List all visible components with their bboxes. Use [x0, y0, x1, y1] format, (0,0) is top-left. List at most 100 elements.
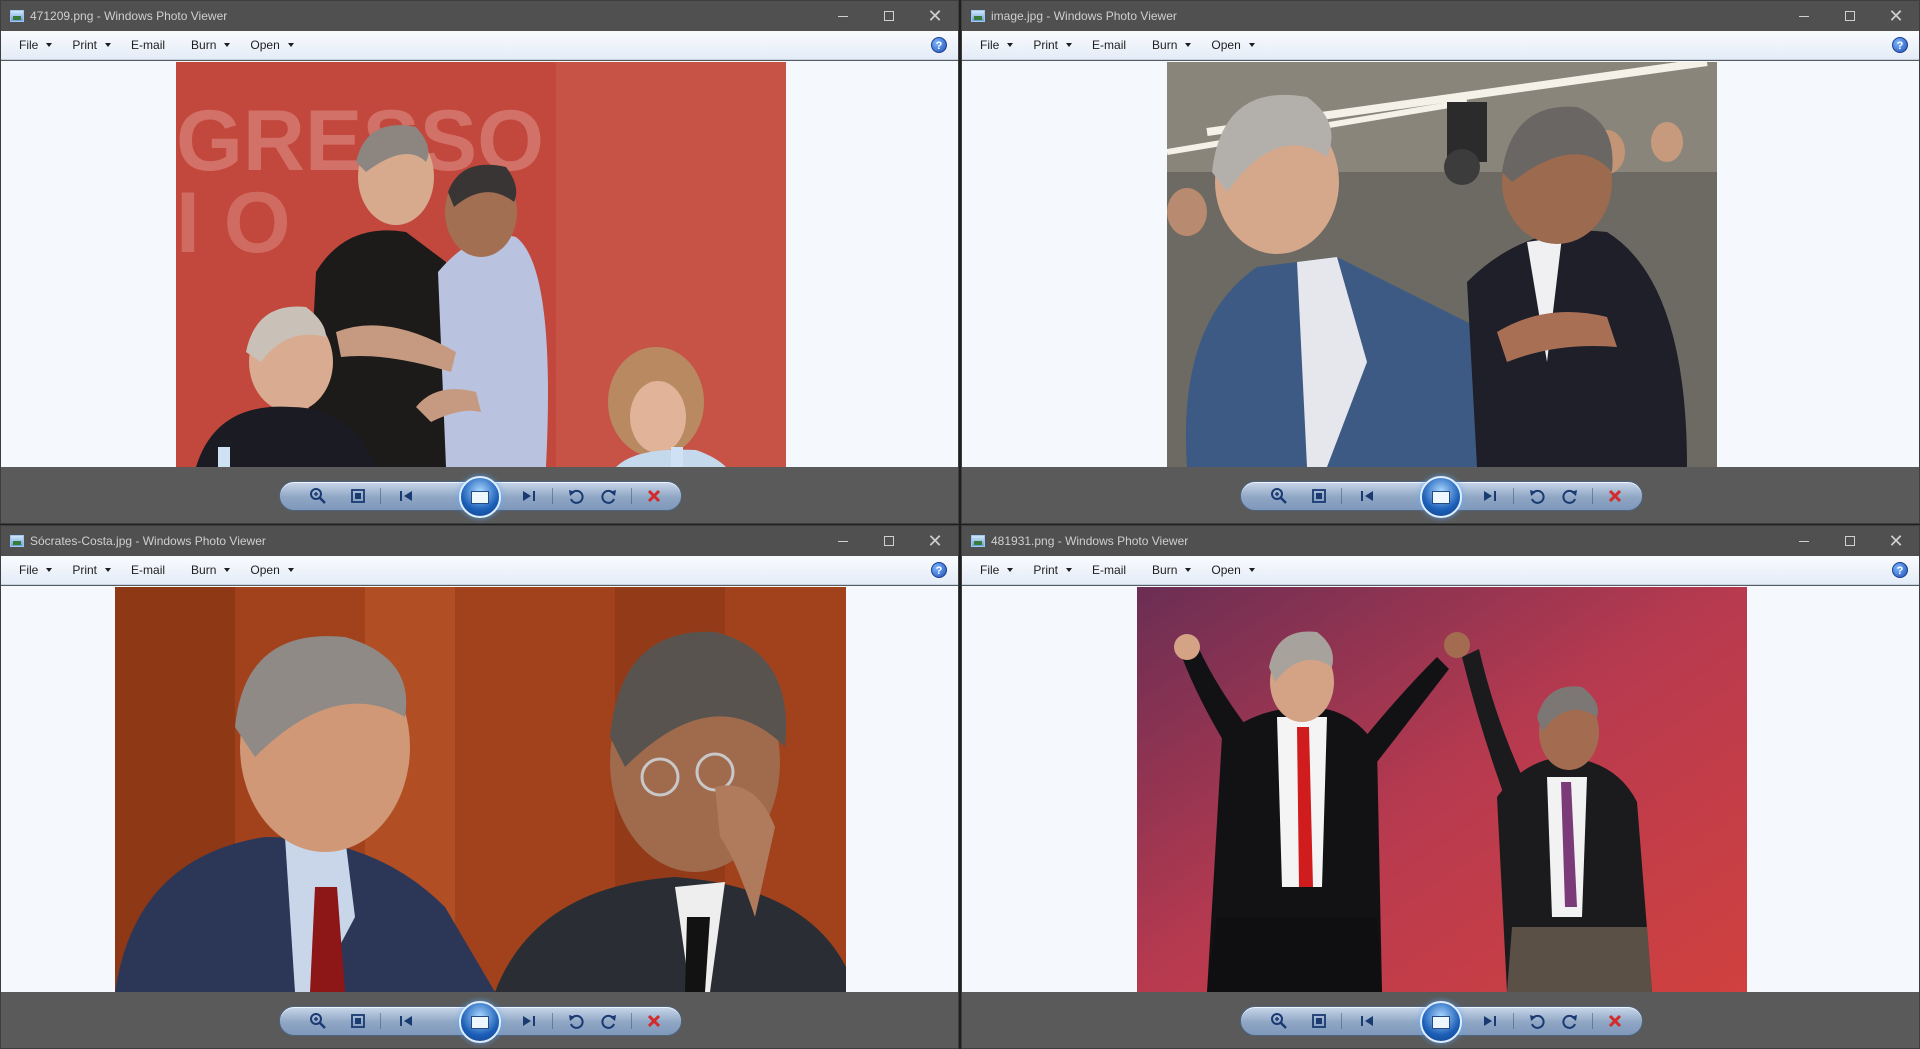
open-menu[interactable]: Open: [1201, 34, 1264, 56]
file-menu[interactable]: File: [970, 559, 1023, 581]
next-button[interactable]: [1474, 1007, 1506, 1035]
title-bar[interactable]: 471209.png - Windows Photo Viewer ✕: [1, 1, 958, 31]
previous-button[interactable]: [1351, 1007, 1383, 1035]
help-icon[interactable]: ?: [1892, 562, 1908, 578]
chevron-down-icon: [224, 43, 231, 47]
burn-menu[interactable]: Burn: [181, 559, 240, 581]
help-icon[interactable]: ?: [931, 562, 947, 578]
print-menu-label: Print: [72, 563, 98, 577]
rotate-right-button[interactable]: [1554, 1007, 1586, 1035]
rotate-left-button[interactable]: [1521, 482, 1553, 510]
print-menu[interactable]: Print: [1023, 559, 1082, 581]
image-view-area[interactable]: [962, 586, 1919, 992]
close-button[interactable]: ✕: [912, 1, 958, 31]
delete-button[interactable]: [638, 1007, 670, 1035]
burn-menu[interactable]: Burn: [181, 34, 240, 56]
rotate-left-icon: [569, 1014, 584, 1029]
toolbar-controls: [279, 476, 682, 518]
actual-size-button[interactable]: [342, 1007, 374, 1035]
maximize-button[interactable]: [866, 526, 912, 556]
image-view-area[interactable]: [1, 586, 958, 992]
photo-raised-arms: [1137, 587, 1747, 992]
burn-menu[interactable]: Burn: [1142, 559, 1201, 581]
open-menu[interactable]: Open: [240, 559, 303, 581]
print-menu[interactable]: Print: [62, 559, 121, 581]
zoom-button[interactable]: [1263, 482, 1295, 510]
title-bar[interactable]: Sócrates-Costa.jpg - Windows Photo Viewe…: [1, 526, 958, 556]
email-button[interactable]: E-mail: [1082, 34, 1142, 56]
previous-button[interactable]: [390, 482, 422, 510]
print-menu[interactable]: Print: [62, 34, 121, 56]
slideshow-button[interactable]: [459, 1001, 501, 1043]
open-menu[interactable]: Open: [240, 34, 303, 56]
close-button[interactable]: ✕: [912, 526, 958, 556]
minimize-button[interactable]: [820, 526, 866, 556]
rotate-left-button[interactable]: [1521, 1007, 1553, 1035]
help-icon[interactable]: ?: [1892, 37, 1908, 53]
delete-button[interactable]: [638, 482, 670, 510]
actual-size-button[interactable]: [1303, 482, 1335, 510]
actual-size-button[interactable]: [342, 482, 374, 510]
rotate-right-button[interactable]: [1554, 482, 1586, 510]
chevron-down-icon: [1007, 43, 1014, 47]
previous-icon: [400, 491, 412, 501]
email-button[interactable]: E-mail: [121, 559, 181, 581]
toolbar-divider: [631, 1013, 632, 1029]
minimize-button[interactable]: [1781, 1, 1827, 31]
zoom-button[interactable]: [302, 1007, 334, 1035]
chevron-down-icon: [287, 43, 294, 47]
file-menu[interactable]: File: [970, 34, 1023, 56]
print-menu[interactable]: Print: [1023, 34, 1082, 56]
minimize-icon: [838, 540, 848, 542]
actual-size-button[interactable]: [1303, 1007, 1335, 1035]
delete-button[interactable]: [1599, 482, 1631, 510]
desktop: 471209.png - Windows Photo Viewer ✕ File…: [0, 0, 1920, 1049]
toolbar-divider: [552, 488, 553, 504]
close-button[interactable]: ✕: [1873, 1, 1919, 31]
email-button[interactable]: E-mail: [121, 34, 181, 56]
next-button[interactable]: [513, 482, 545, 510]
help-icon[interactable]: ?: [931, 37, 947, 53]
title-bar[interactable]: image.jpg - Windows Photo Viewer ✕: [962, 1, 1919, 31]
next-button[interactable]: [513, 1007, 545, 1035]
rotate-left-button[interactable]: [560, 482, 592, 510]
delete-button[interactable]: [1599, 1007, 1631, 1035]
chevron-down-icon: [1007, 568, 1014, 572]
photo-viewer-app-icon: [971, 535, 985, 547]
burn-menu[interactable]: Burn: [1142, 34, 1201, 56]
zoom-button[interactable]: [302, 482, 334, 510]
minimize-icon: [1799, 540, 1809, 542]
open-menu[interactable]: Open: [1201, 559, 1264, 581]
maximize-button[interactable]: [1827, 1, 1873, 31]
slideshow-button[interactable]: [1420, 1001, 1462, 1043]
minimize-button[interactable]: [1781, 526, 1827, 556]
minimize-button[interactable]: [820, 1, 866, 31]
close-button[interactable]: ✕: [1873, 526, 1919, 556]
zoom-button[interactable]: [1263, 1007, 1295, 1035]
maximize-button[interactable]: [1827, 526, 1873, 556]
email-button[interactable]: E-mail: [1082, 559, 1142, 581]
menu-bar: File Print E-mail Burn Open ?: [962, 556, 1919, 585]
rotate-left-icon: [1530, 1014, 1545, 1029]
title-bar[interactable]: 481931.png - Windows Photo Viewer ✕: [962, 526, 1919, 556]
previous-button[interactable]: [390, 1007, 422, 1035]
image-view-area[interactable]: [962, 61, 1919, 467]
next-icon: [523, 491, 535, 501]
image-view-area[interactable]: GRESSO I O: [1, 61, 958, 467]
maximize-button[interactable]: [866, 1, 912, 31]
next-button[interactable]: [1474, 482, 1506, 510]
toolbar-divider: [631, 488, 632, 504]
zoom-icon: [1271, 488, 1287, 504]
rotate-right-button[interactable]: [593, 1007, 625, 1035]
email-label: E-mail: [131, 563, 166, 577]
photo-viewer-app-icon: [10, 535, 24, 547]
open-menu-label: Open: [1211, 38, 1241, 52]
slideshow-button[interactable]: [1420, 476, 1462, 518]
previous-button[interactable]: [1351, 482, 1383, 510]
slideshow-button[interactable]: [459, 476, 501, 518]
rotate-left-button[interactable]: [560, 1007, 592, 1035]
toolbar-divider: [1592, 488, 1593, 504]
file-menu[interactable]: File: [9, 34, 62, 56]
file-menu[interactable]: File: [9, 559, 62, 581]
rotate-right-button[interactable]: [593, 482, 625, 510]
